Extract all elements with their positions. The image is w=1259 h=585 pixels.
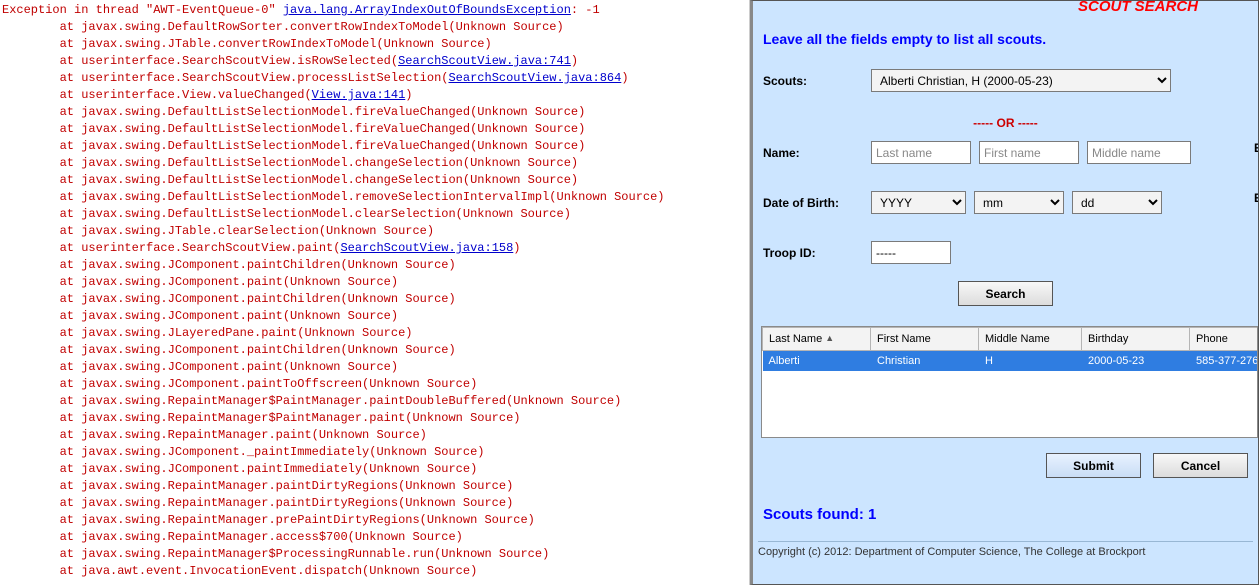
scouts-label: Scouts: xyxy=(763,74,863,88)
results-count: Scouts found: 1 xyxy=(763,506,876,523)
source-link[interactable]: View.java:141 xyxy=(312,88,406,102)
stack-frame: at javax.swing.JTable.clearSelection(Unk… xyxy=(2,224,434,238)
cell-bday: 2000-05-23 xyxy=(1082,351,1190,372)
troop-label: Troop ID: xyxy=(763,246,863,260)
stack-frame: at userinterface.SearchScoutView.process… xyxy=(2,71,448,85)
stack-frame: at javax.swing.RepaintManager$PaintManag… xyxy=(2,411,520,425)
month-select[interactable]: mm xyxy=(974,191,1064,214)
stack-frame: at javax.swing.JComponent.paintChildren(… xyxy=(2,258,456,272)
stack-frame: at javax.swing.JComponent.paintChildren(… xyxy=(2,343,456,357)
source-link[interactable]: SearchScoutView.java:158 xyxy=(340,241,513,255)
th-first-name[interactable]: First Name xyxy=(871,328,979,351)
stack-frame: at java.awt.event.InvocationEvent.dispat… xyxy=(2,564,477,578)
side-cutoff-1: E xyxy=(1254,141,1259,155)
cell-last: Alberti xyxy=(763,351,871,372)
scouts-select[interactable]: Alberti Christian, H (2000-05-23) xyxy=(871,69,1171,92)
results-table[interactable]: Last Name ▲ First Name Middle Name Birth… xyxy=(761,326,1258,438)
sort-asc-icon: ▲ xyxy=(825,333,834,343)
stack-frame: at userinterface.View.valueChanged( xyxy=(2,88,312,102)
side-cutoff-2: E xyxy=(1254,191,1259,205)
table-header-row[interactable]: Last Name ▲ First Name Middle Name Birth… xyxy=(763,328,1259,351)
stack-frame: at javax.swing.JComponent._paintImmediat… xyxy=(2,445,484,459)
year-select[interactable]: YYYY xyxy=(871,191,966,214)
th-phone[interactable]: Phone xyxy=(1190,328,1259,351)
th-middle-name[interactable]: Middle Name xyxy=(979,328,1082,351)
exception-header: Exception in thread "AWT-EventQueue-0" xyxy=(2,3,283,17)
stack-frame: at userinterface.SearchScoutView.paint( xyxy=(2,241,340,255)
cell-first: Christian xyxy=(871,351,979,372)
search-button[interactable]: Search xyxy=(958,281,1053,306)
stack-frame: at javax.swing.JComponent.paint(Unknown … xyxy=(2,309,398,323)
stack-frame: at javax.swing.RepaintManager.paint(Unkn… xyxy=(2,428,427,442)
stack-frame: at javax.swing.DefaultListSelectionModel… xyxy=(2,207,571,221)
stack-frame: at userinterface.SearchScoutView.isRowSe… xyxy=(2,54,398,68)
stack-frame: at javax.swing.DefaultListSelectionModel… xyxy=(2,190,665,204)
panel-hint: Leave all the fields empty to list all s… xyxy=(763,31,1046,47)
panel-title: SCOUT SEARCH xyxy=(1078,0,1198,15)
stack-frame: at javax.swing.DefaultListSelectionModel… xyxy=(2,122,585,136)
th-last-name[interactable]: Last Name ▲ xyxy=(763,328,871,351)
stack-frame: at javax.swing.JTable.convertRowIndexToM… xyxy=(2,37,492,51)
cancel-button[interactable]: Cancel xyxy=(1153,453,1248,478)
stack-frame: at javax.swing.JComponent.paintImmediate… xyxy=(2,462,477,476)
cell-mid: H xyxy=(979,351,1082,372)
stack-frame: at javax.swing.JComponent.paintChildren(… xyxy=(2,292,456,306)
stack-frame: at javax.swing.RepaintManager.paintDirty… xyxy=(2,496,513,510)
source-link[interactable]: SearchScoutView.java:864 xyxy=(448,71,621,85)
stack-frame: at javax.swing.JComponent.paint(Unknown … xyxy=(2,360,398,374)
stack-frame: at javax.swing.DefaultListSelectionModel… xyxy=(2,139,585,153)
stack-frame: at javax.swing.DefaultListSelectionModel… xyxy=(2,105,585,119)
source-link[interactable]: SearchScoutView.java:741 xyxy=(398,54,571,68)
stack-frame: at javax.swing.RepaintManager$PaintManag… xyxy=(2,394,621,408)
stack-frame: at javax.swing.DefaultRowSorter.convertR… xyxy=(2,20,564,34)
submit-button[interactable]: Submit xyxy=(1046,453,1141,478)
stack-frame: at javax.swing.JComponent.paintToOffscre… xyxy=(2,377,477,391)
exception-class-link[interactable]: java.lang.ArrayIndexOutOfBoundsException xyxy=(283,3,571,17)
stack-frame: at javax.swing.RepaintManager$Processing… xyxy=(2,547,549,561)
day-select[interactable]: dd xyxy=(1072,191,1162,214)
table-row[interactable]: Alberti Christian H 2000-05-23 585-377-2… xyxy=(763,351,1259,372)
stack-frame: at javax.swing.DefaultListSelectionModel… xyxy=(2,156,578,170)
scout-search-panel: SCOUT SEARCH Leave all the fields empty … xyxy=(750,0,1259,585)
stack-trace-console[interactable]: Exception in thread "AWT-EventQueue-0" j… xyxy=(0,0,750,585)
stack-frame: at javax.swing.DefaultListSelectionModel… xyxy=(2,173,578,187)
stack-frame: at javax.swing.JLayeredPane.paint(Unknow… xyxy=(2,326,412,340)
troop-id-input[interactable] xyxy=(871,241,951,264)
stack-frame: at javax.swing.RepaintManager.access$700… xyxy=(2,530,463,544)
name-label: Name: xyxy=(763,146,863,160)
middle-name-input[interactable] xyxy=(1087,141,1191,164)
stack-frame: at javax.swing.RepaintManager.prePaintDi… xyxy=(2,513,535,527)
cell-phone: 585-377-2767 xyxy=(1190,351,1259,372)
first-name-input[interactable] xyxy=(979,141,1079,164)
or-separator: ----- OR ----- xyxy=(753,116,1258,130)
last-name-input[interactable] xyxy=(871,141,971,164)
th-birthday[interactable]: Birthday xyxy=(1082,328,1190,351)
stack-frame: at javax.swing.RepaintManager.paintDirty… xyxy=(2,479,513,493)
copyright-text: Copyright (c) 2012: Department of Comput… xyxy=(758,541,1253,558)
stack-frame: at javax.swing.JComponent.paint(Unknown … xyxy=(2,275,398,289)
dob-label: Date of Birth: xyxy=(763,196,863,210)
